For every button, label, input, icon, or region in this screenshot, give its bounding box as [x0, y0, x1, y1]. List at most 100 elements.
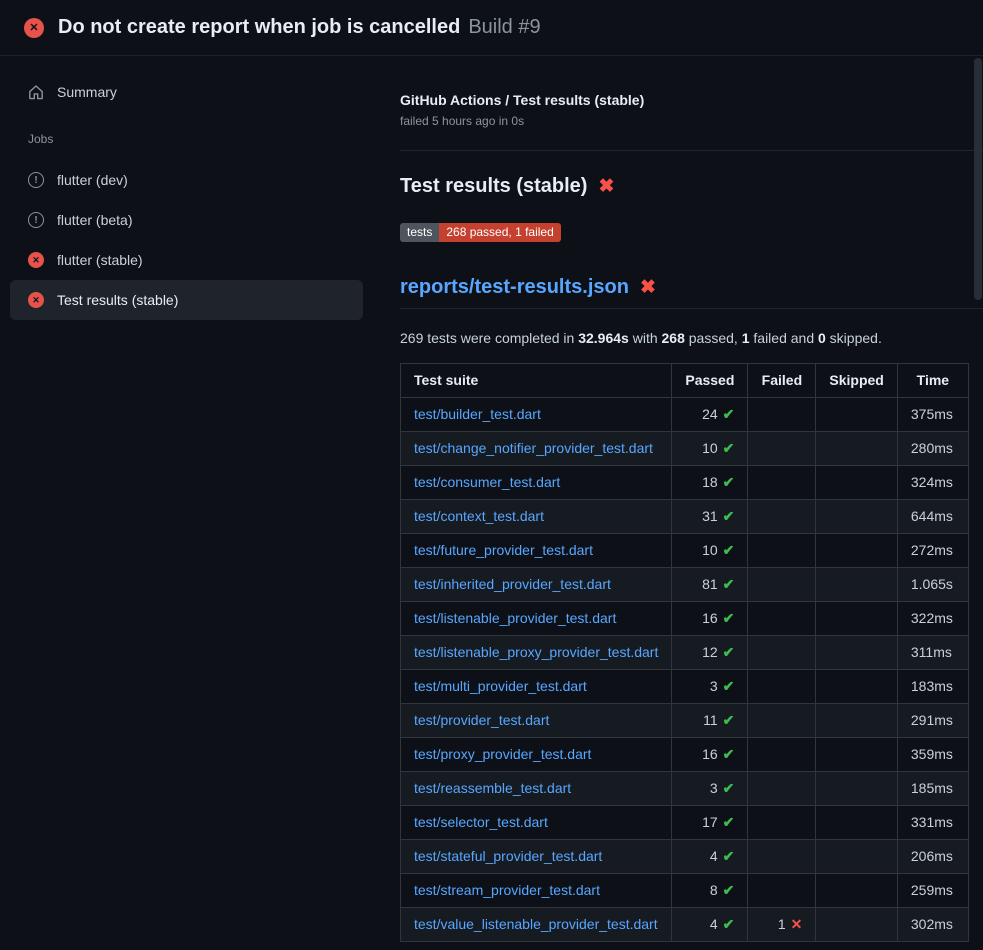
- job-item-label: flutter (beta): [57, 212, 132, 228]
- table-row: test/consumer_test.dart 18✔ 324ms: [401, 466, 969, 500]
- passed-cell: 16✔: [672, 602, 748, 636]
- test-suite-cell: test/multi_provider_test.dart: [401, 670, 672, 704]
- sidebar-item-flutter-stable[interactable]: ✕ flutter (stable): [10, 240, 363, 280]
- run-header: GitHub Actions / Test results (stable) f…: [400, 92, 983, 151]
- table-row: test/selector_test.dart 17✔ 331ms: [401, 806, 969, 840]
- failed-cell: [748, 602, 816, 636]
- time-cell: 206ms: [897, 840, 968, 874]
- test-suite-link[interactable]: test/future_provider_test.dart: [414, 542, 593, 558]
- count-value: 12: [702, 644, 718, 660]
- home-icon: [28, 84, 44, 100]
- test-suite-cell: test/change_notifier_provider_test.dart: [401, 432, 672, 466]
- report-link[interactable]: reports/test-results.json: [400, 276, 629, 299]
- sidebar-item-test-results-stable[interactable]: ✕ Test results (stable): [10, 280, 363, 320]
- test-suite-link[interactable]: test/listenable_provider_test.dart: [414, 610, 616, 626]
- skipped-cell: [816, 874, 897, 908]
- time-cell: 185ms: [897, 772, 968, 806]
- check-icon: ✔: [723, 474, 735, 490]
- results-table: Test suite Passed Failed Skipped Time te…: [400, 363, 969, 942]
- test-suite-link[interactable]: test/provider_test.dart: [414, 712, 549, 728]
- check-icon: ✔: [723, 814, 735, 830]
- failed-cell: [748, 840, 816, 874]
- sidebar-item-label: Summary: [57, 84, 117, 100]
- job-item-label: flutter (stable): [57, 252, 143, 268]
- count-value: 31: [702, 508, 718, 524]
- test-suite-link[interactable]: test/builder_test.dart: [414, 406, 541, 422]
- alert-circle-icon: !: [28, 172, 44, 188]
- skipped-cell: [816, 466, 897, 500]
- breadcrumb: GitHub Actions / Test results (stable): [400, 92, 983, 108]
- badge-label: tests: [400, 223, 439, 242]
- test-suite-link[interactable]: test/inherited_provider_test.dart: [414, 576, 611, 592]
- jobs-list: ! flutter (dev) ! flutter (beta) ✕ flutt…: [0, 160, 375, 320]
- test-suite-link[interactable]: test/consumer_test.dart: [414, 474, 560, 490]
- time-cell: 644ms: [897, 500, 968, 534]
- test-suite-cell: test/listenable_proxy_provider_test.dart: [401, 636, 672, 670]
- failed-cell: [748, 704, 816, 738]
- sidebar-item-flutter-beta[interactable]: ! flutter (beta): [10, 200, 363, 240]
- skipped-cell: [816, 738, 897, 772]
- time-cell: 291ms: [897, 704, 968, 738]
- table-row: test/listenable_proxy_provider_test.dart…: [401, 636, 969, 670]
- content-area: Summary Jobs ! flutter (dev) ! flutter (…: [0, 56, 983, 949]
- table-row: test/future_provider_test.dart 10✔ 272ms: [401, 534, 969, 568]
- report-title-row: reports/test-results.json ✖: [400, 276, 983, 309]
- summary-text: passed,: [685, 330, 742, 346]
- run-meta: failed 5 hours ago in 0s: [400, 114, 983, 128]
- passed-cell: 24✔: [672, 398, 748, 432]
- count-value: 11: [703, 712, 718, 728]
- passed-cell: 4✔: [672, 840, 748, 874]
- sidebar-item-flutter-dev[interactable]: ! flutter (dev): [10, 160, 363, 200]
- time-cell: 375ms: [897, 398, 968, 432]
- passed-cell: 3✔: [672, 772, 748, 806]
- table-row: test/reassemble_test.dart 3✔ 185ms: [401, 772, 969, 806]
- check-icon: ✔: [723, 882, 735, 898]
- x-circle-icon: ✕: [28, 292, 44, 308]
- check-icon: ✔: [723, 780, 735, 796]
- time-cell: 324ms: [897, 466, 968, 500]
- time-cell: 359ms: [897, 738, 968, 772]
- test-suite-link[interactable]: test/stateful_provider_test.dart: [414, 848, 602, 864]
- passed-cell: 11✔: [672, 704, 748, 738]
- passed-cell: 8✔: [672, 874, 748, 908]
- test-suite-link[interactable]: test/selector_test.dart: [414, 814, 548, 830]
- failed-cell: [748, 500, 816, 534]
- skipped-cell: [816, 602, 897, 636]
- skipped-cell: [816, 806, 897, 840]
- count-value: 1: [778, 916, 786, 932]
- summary-text: skipped.: [826, 330, 882, 346]
- alert-circle-icon: !: [28, 212, 44, 228]
- check-icon: ✔: [723, 440, 735, 456]
- test-suite-cell: test/selector_test.dart: [401, 806, 672, 840]
- check-icon: ✔: [723, 678, 735, 694]
- test-suite-link[interactable]: test/stream_provider_test.dart: [414, 882, 600, 898]
- check-icon: ✔: [723, 610, 735, 626]
- test-suite-cell: test/future_provider_test.dart: [401, 534, 672, 568]
- count-value: 3: [710, 678, 718, 694]
- test-suite-link[interactable]: test/value_listenable_provider_test.dart: [414, 916, 658, 932]
- failed-cell: [748, 874, 816, 908]
- test-suite-link[interactable]: test/multi_provider_test.dart: [414, 678, 587, 694]
- table-row: test/context_test.dart 31✔ 644ms: [401, 500, 969, 534]
- header: ✕ Do not create report when job is cance…: [0, 0, 983, 56]
- count-value: 3: [710, 780, 718, 796]
- table-row: test/value_listenable_provider_test.dart…: [401, 908, 969, 942]
- test-suite-link[interactable]: test/reassemble_test.dart: [414, 780, 571, 796]
- summary-skipped-count: 0: [818, 330, 826, 346]
- test-suite-link[interactable]: test/proxy_provider_test.dart: [414, 746, 591, 762]
- table-row: test/multi_provider_test.dart 3✔ 183ms: [401, 670, 969, 704]
- test-suite-link[interactable]: test/context_test.dart: [414, 508, 544, 524]
- skipped-cell: [816, 568, 897, 602]
- skipped-cell: [816, 398, 897, 432]
- badge-value: 268 passed, 1 failed: [439, 223, 560, 242]
- vertical-scrollbar[interactable]: [974, 58, 982, 300]
- test-suite-link[interactable]: test/change_notifier_provider_test.dart: [414, 440, 653, 456]
- failed-x-icon: ✖: [640, 276, 656, 299]
- test-suite-cell: test/context_test.dart: [401, 500, 672, 534]
- test-suite-link[interactable]: test/listenable_proxy_provider_test.dart: [414, 644, 658, 660]
- time-cell: 302ms: [897, 908, 968, 942]
- run-title: Do not create report when job is cancell…: [58, 16, 460, 39]
- passed-cell: 10✔: [672, 534, 748, 568]
- sidebar-item-summary[interactable]: Summary: [10, 74, 363, 110]
- skipped-cell: [816, 772, 897, 806]
